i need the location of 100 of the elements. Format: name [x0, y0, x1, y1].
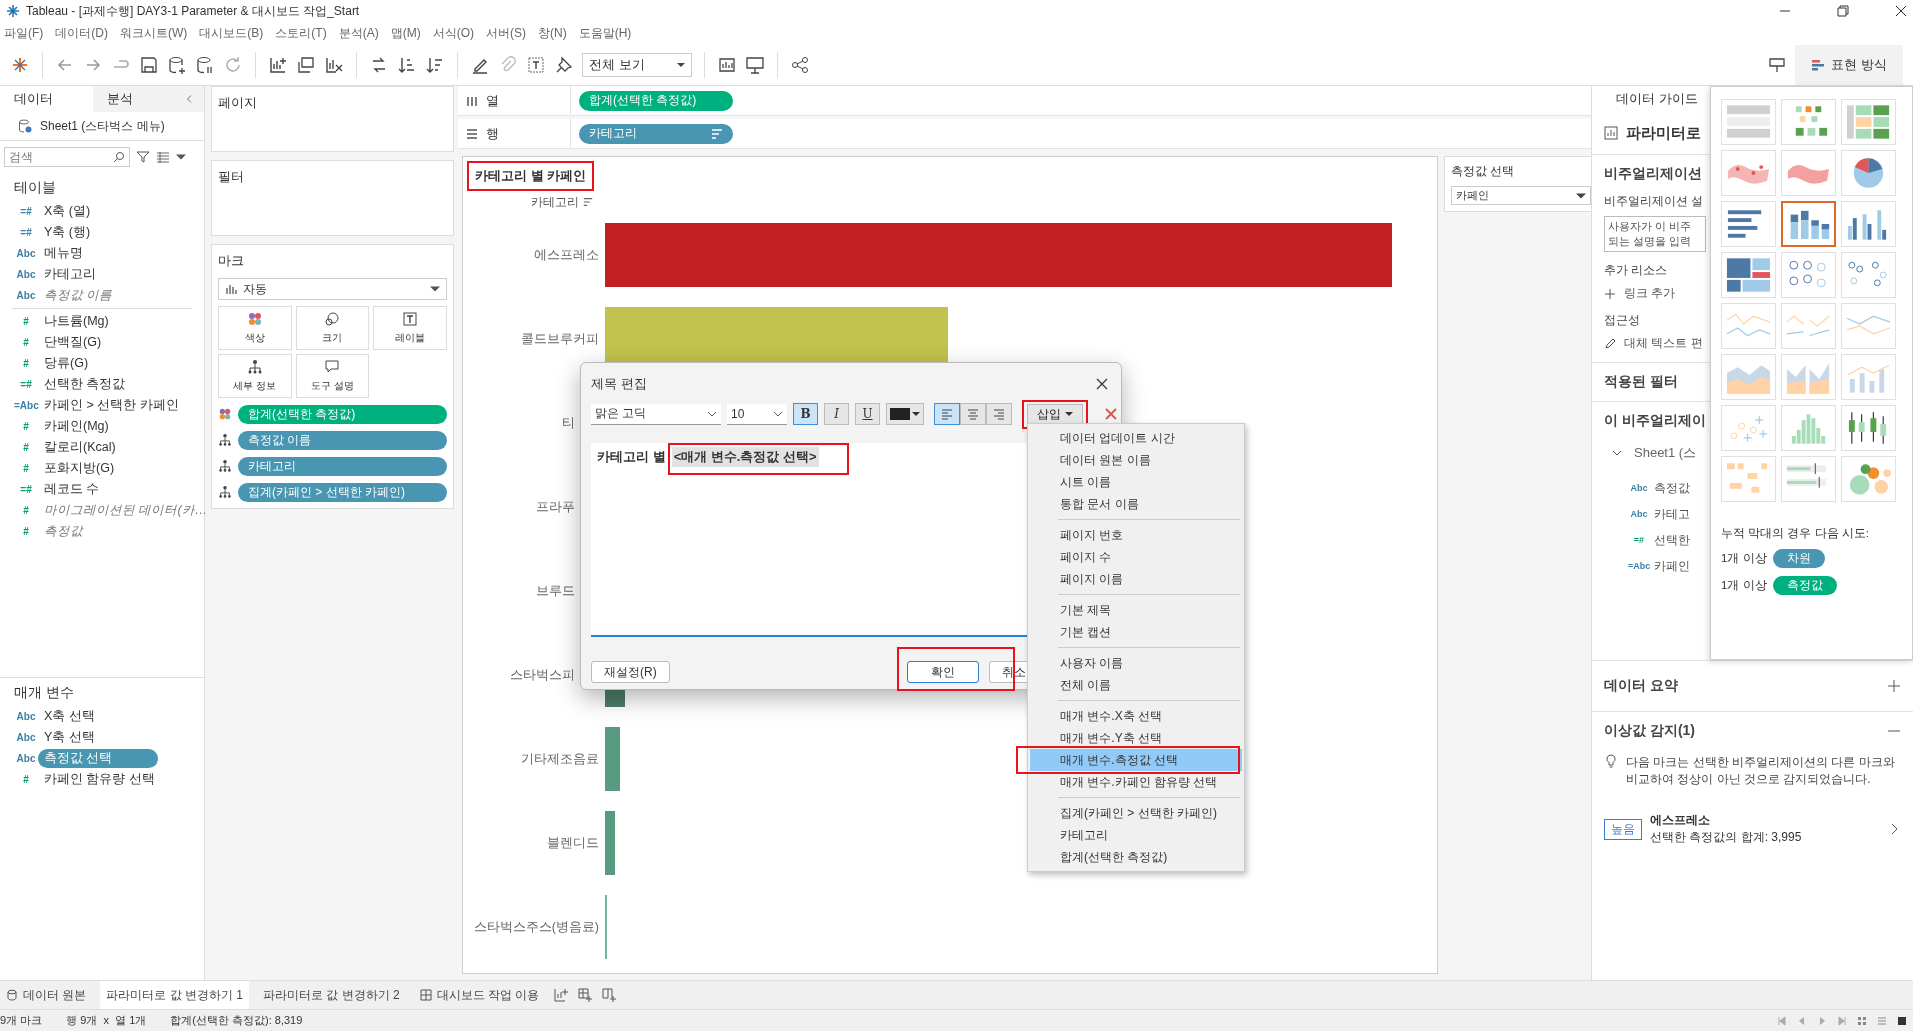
- parameter-token: <매개 변수.측정값 선택>: [671, 447, 819, 467]
- section-label: 접근성: [1604, 312, 1641, 329]
- description-field[interactable]: 사용자가 이 비주 되는 설명을 입력: [1604, 216, 1706, 252]
- category-label[interactable]: 기타제조음료: [521, 751, 599, 766]
- field-item[interactable]: 선택한 측정값: [44, 376, 126, 393]
- parameter-dropdown[interactable]: 카페인: [1451, 186, 1591, 205]
- shelf-label: 열: [486, 91, 499, 110]
- field-item[interactable]: X축 (열): [44, 203, 91, 220]
- menu-item[interactable]: 서버(S): [484, 24, 536, 42]
- field-type-icon: Abc: [14, 753, 38, 764]
- category-label[interactable]: 티: [562, 415, 575, 430]
- field-item[interactable]: Y축 (행): [44, 224, 91, 241]
- field-item[interactable]: 측정값 이름: [44, 287, 113, 304]
- field-item[interactable]: 카페인: [1654, 557, 1690, 575]
- menu-item[interactable]: 대시보드(B): [197, 24, 274, 42]
- sheet-tab[interactable]: 파라미터로 값 변경하기 1: [100, 981, 250, 1009]
- field-type-icon: =Abc: [14, 400, 38, 411]
- mark-property-button[interactable]: 세부 정보: [218, 354, 292, 398]
- menu-item[interactable]: 맵(M): [388, 24, 431, 42]
- sheet-tab[interactable]: 파라미터로 값 변경하기 2: [257, 981, 406, 1009]
- pane-tab[interactable]: 데이터: [0, 86, 93, 112]
- field-item[interactable]: 당류(G): [44, 355, 89, 372]
- parameter-item[interactable]: 카페인 함유량 선택: [44, 771, 155, 788]
- ok-button[interactable]: 확인: [907, 661, 979, 683]
- status-text: 합계(선택한 측정값): 8,319: [170, 1013, 303, 1028]
- field-item[interactable]: 카페인(Mg): [44, 418, 109, 435]
- mark-property-button[interactable]: 도구 설명: [295, 354, 370, 398]
- field-type-icon: #: [14, 358, 38, 369]
- tree-item[interactable]: Sheet1 (스: [1634, 444, 1697, 462]
- format-button[interactable]: B: [793, 403, 818, 425]
- mark-property-button[interactable]: 색상: [218, 306, 292, 350]
- sheet-heading: 파라미터로: [1626, 123, 1701, 143]
- menu-item[interactable]: 파일(F): [2, 24, 54, 42]
- category-label[interactable]: 스타벅스피: [510, 667, 575, 682]
- data-source-name[interactable]: Sheet1 (스타벅스 메뉴): [40, 117, 165, 135]
- category-label[interactable]: 스타벅스주스(병음료): [473, 919, 599, 934]
- category-label[interactable]: 브루드: [536, 583, 575, 598]
- section-heading: 적용된 필터: [1604, 373, 1679, 391]
- field-type-pill: 측정값: [1772, 576, 1837, 595]
- field-item[interactable]: 나트륨(Mg): [44, 313, 109, 330]
- field-item[interactable]: 카테고리: [44, 266, 96, 283]
- menu-item[interactable]: 매개 변수.X축 선택: [1030, 705, 1242, 727]
- format-button[interactable]: U: [855, 403, 880, 425]
- menu-item[interactable]: 분석(A): [336, 24, 389, 42]
- reset-button[interactable]: 재설정(R): [591, 661, 670, 683]
- show-me-button[interactable]: 표현 방식: [1795, 44, 1903, 85]
- menu-item[interactable]: 집계(카페인 > 선택한 카페인): [1030, 802, 1242, 824]
- menu-item[interactable]: 워크시트(W): [118, 24, 198, 42]
- field-item[interactable]: 단백질(G): [44, 334, 102, 351]
- data-guide-tab[interactable]: 데이터 가이드: [1608, 86, 1706, 112]
- sheet-tab[interactable]: 대시보드 작업 이용: [413, 981, 546, 1009]
- mark-property-button[interactable]: 레이블: [373, 306, 447, 350]
- field-item[interactable]: 선택한: [1654, 531, 1690, 549]
- menu-item[interactable]: 매개 변수.Y축 선택: [1030, 727, 1242, 749]
- sheet-tab[interactable]: 데이터 원본: [0, 981, 93, 1009]
- field-item[interactable]: 포화지방(G): [44, 460, 115, 477]
- field-item[interactable]: 마이그레이션된 데이터(카…: [44, 502, 208, 519]
- field-item[interactable]: 칼로리(Kcal): [44, 439, 116, 456]
- field-item[interactable]: 측정값: [44, 523, 83, 540]
- title-text: 카테고리 별: [597, 448, 666, 466]
- parameter-item[interactable]: Y축 선택: [44, 729, 95, 746]
- outlier-name[interactable]: 에스프레소: [1650, 812, 1879, 829]
- category-label[interactable]: 블렌디드: [547, 835, 599, 850]
- insert-button[interactable]: 삽입: [1027, 403, 1083, 425]
- menu-item[interactable]: 합계(선택한 측정값): [1030, 846, 1242, 868]
- font-size-dropdown[interactable]: 10: [727, 403, 787, 425]
- field-type-icon: Abc: [14, 248, 38, 259]
- category-label[interactable]: 프라푸: [536, 499, 575, 514]
- menu-item[interactable]: 매개 변수.카페인 함유량 선택: [1030, 771, 1242, 793]
- field-item[interactable]: 메뉴명: [44, 245, 83, 262]
- mark-type-dropdown[interactable]: 자동: [218, 278, 447, 300]
- add-link[interactable]: 링크 추가: [1624, 285, 1676, 302]
- section-heading: 테이블: [13, 178, 57, 197]
- menu-item[interactable]: 창(N): [536, 24, 577, 42]
- category-label[interactable]: 에스프레소: [534, 247, 599, 262]
- menu-item[interactable]: 도움말(H): [576, 24, 642, 42]
- menu-item[interactable]: 데이터(D): [53, 24, 118, 42]
- field-item[interactable]: 레코드 수: [44, 481, 100, 498]
- menu-item[interactable]: 매개 변수.측정값 선택: [1030, 749, 1242, 771]
- alt-text-link[interactable]: 대체 텍스트 편: [1624, 335, 1703, 352]
- axis-header[interactable]: 카테고리: [531, 193, 579, 211]
- mark-property-button[interactable]: 크기: [295, 306, 370, 350]
- severity-badge: 높음: [1604, 818, 1642, 840]
- search-field[interactable]: 검색: [4, 147, 130, 167]
- field-type-icon: =#: [14, 379, 38, 390]
- field-item[interactable]: 측정값: [1654, 479, 1690, 497]
- field-type-icon: #: [14, 505, 38, 516]
- field-item[interactable]: 카테고: [1654, 505, 1690, 523]
- menu-item[interactable]: 카테고리: [1030, 824, 1242, 846]
- field-type-icon: Abc: [14, 269, 38, 280]
- worksheet-title[interactable]: 카테고리 별 카페인: [475, 168, 587, 183]
- field-item[interactable]: 카페인 > 선택한 카페인: [44, 397, 179, 414]
- font-dropdown[interactable]: 맑은 고딕: [591, 403, 721, 425]
- category-label[interactable]: 콜드브루커피: [521, 331, 599, 346]
- section-heading: 이상값 감지(1): [1604, 722, 1695, 740]
- parameter-item[interactable]: X축 선택: [44, 708, 95, 725]
- fit-dropdown[interactable]: 전체 보기: [582, 52, 692, 77]
- format-button[interactable]: I: [824, 403, 849, 425]
- menu-item[interactable]: 서식(O): [430, 24, 484, 42]
- menu-item[interactable]: 스토리(T): [273, 24, 337, 42]
